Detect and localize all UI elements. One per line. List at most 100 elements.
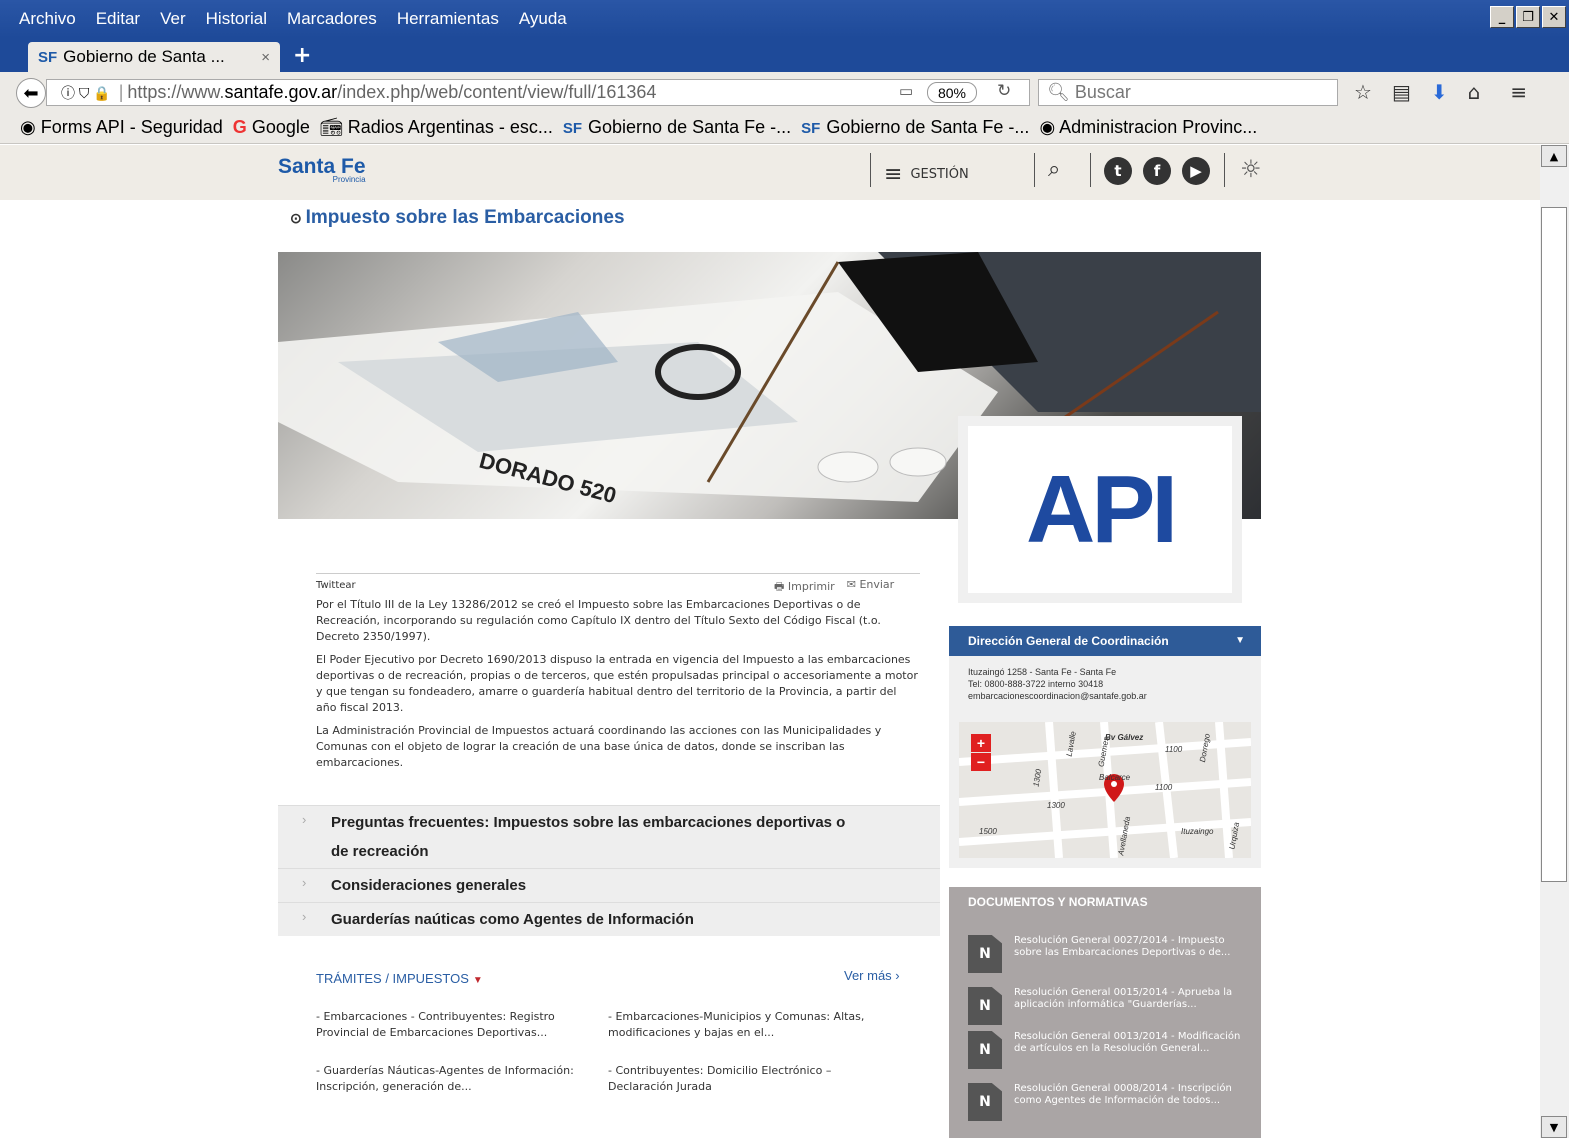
- url-divider: |: [118, 82, 124, 102]
- google-icon: G: [232, 117, 247, 137]
- api-logo: API: [968, 426, 1232, 593]
- vertical-scrollbar[interactable]: ▲ ▼: [1540, 145, 1569, 1138]
- printer-icon: 🖶︎: [774, 580, 788, 593]
- menu-marcadores[interactable]: Marcadores: [277, 9, 387, 29]
- api-logo-box: API: [958, 416, 1242, 603]
- scroll-down-arrow-icon[interactable]: ▼: [1541, 1116, 1567, 1138]
- weather-icon[interactable]: ☼: [1240, 155, 1262, 183]
- site-search-icon[interactable]: ⌕: [1048, 157, 1060, 182]
- send-link[interactable]: ✉ Enviar: [847, 578, 894, 597]
- site-header: Santa Fe Provincia ≡ GESTIÓN ⌕ t f ▶ ☼: [0, 145, 1540, 200]
- browser-window: Archivo Editar Ver Historial Marcadores …: [0, 0, 1569, 1138]
- sf-favicon-icon: SF: [38, 48, 58, 66]
- close-window-button[interactable]: ✕: [1542, 6, 1566, 28]
- youtube-icon[interactable]: ▶: [1182, 157, 1210, 185]
- chevron-right-icon: ›: [302, 909, 307, 924]
- menu-archivo[interactable]: Archivo: [0, 9, 86, 29]
- santafe-logo[interactable]: Santa Fe Provincia: [278, 155, 366, 184]
- twitter-share-link[interactable]: Twittear: [316, 580, 356, 591]
- doc-item[interactable]: N Resolución General 0008/2014 - Inscripc…: [968, 1083, 1248, 1121]
- phone-text: Tel: 0800-888-3722 interno 30418: [968, 679, 1104, 689]
- library-icon[interactable]: ▤: [1392, 80, 1411, 104]
- gestion-menu[interactable]: ≡ GESTIÓN: [884, 162, 969, 187]
- address-text: Ituzaingó 1258 - Santa Fe - Santa Fe: [968, 667, 1117, 677]
- reload-icon[interactable]: ↻: [997, 81, 1011, 101]
- tramite-link[interactable]: - Contribuyentes: Domicilio Electrónico …: [608, 1063, 868, 1095]
- web-page: Santa Fe Provincia ≡ GESTIÓN ⌕ t f ▶ ☼ ⊙ I…: [0, 145, 1540, 1138]
- docs-list: N Resolución General 0027/2014 - Impuesto…: [949, 917, 1261, 1138]
- download-icon[interactable]: ⬇: [1431, 80, 1448, 104]
- globe-icon: ◉: [20, 117, 41, 137]
- bookmark-radios[interactable]: 📻︎ Radios Argentinas - esc...: [320, 117, 553, 138]
- url-bar[interactable]: ⓘ ⛉ 🔒 | https://www. santafe.gov.ar/index…: [46, 79, 1030, 106]
- document-icon: N: [968, 1031, 1002, 1069]
- home-icon[interactable]: ⌂: [1468, 80, 1481, 104]
- url-path: /index.php/web/content/view/full/161364: [337, 82, 657, 102]
- bookmark-forms-api[interactable]: ◉ Forms API - Seguridad: [20, 117, 223, 138]
- radio-icon: 📻︎: [319, 117, 348, 137]
- doc-item[interactable]: N Resolución General 0015/2014 - Aprueba …: [968, 987, 1248, 1025]
- search-placeholder: Buscar: [1074, 82, 1131, 102]
- zoom-level[interactable]: 80%: [927, 82, 977, 103]
- scroll-up-arrow-icon[interactable]: ▲: [1541, 145, 1567, 167]
- paragraph: Por el Título III de la Ley 13286/2012 s…: [316, 598, 881, 643]
- hamburger-menu-icon[interactable]: ≡: [1510, 80, 1527, 104]
- info-icon[interactable]: ⓘ ⛉ 🔒: [61, 83, 111, 103]
- back-arrow-icon[interactable]: ⬅: [16, 78, 46, 108]
- tab-close-icon[interactable]: ×: [261, 49, 270, 66]
- tramite-link[interactable]: - Embarcaciones-Municipios y Comunas: Al…: [608, 1009, 868, 1041]
- twitter-icon[interactable]: t: [1104, 157, 1132, 185]
- envelope-icon: ✉: [846, 578, 860, 591]
- bookmark-santafe-1[interactable]: SF Gobierno de Santa Fe -...: [563, 117, 791, 138]
- faq-accordion: › Preguntas frecuentes: Impuestos sobre l…: [278, 805, 940, 936]
- map-zoom-out-button[interactable]: −: [971, 753, 991, 771]
- url-protocol: https://www.: [127, 82, 225, 102]
- tab-title: Gobierno de Santa ...: [63, 47, 225, 66]
- chevron-right-icon: ›: [302, 812, 307, 827]
- tramite-link[interactable]: - Guarderías Náuticas-Agentes de Informa…: [316, 1063, 576, 1095]
- page-title: ⊙ Impuesto sobre las Embarcaciones: [290, 207, 625, 228]
- caret-down-icon: ▼: [1235, 635, 1245, 646]
- globe-icon: ◉: [1039, 117, 1060, 137]
- minimize-button[interactable]: _: [1490, 6, 1514, 28]
- doc-item[interactable]: N Resolución General 0027/2014 - Impuesto…: [968, 935, 1248, 973]
- chevron-right-icon: ›: [302, 875, 307, 890]
- reader-view-icon[interactable]: ▭: [899, 82, 913, 100]
- bookmark-administracion[interactable]: ◉ Administracion Provinc...: [1039, 117, 1257, 138]
- bookmark-star-icon[interactable]: ☆: [1354, 80, 1372, 104]
- maximize-button[interactable]: ❐: [1516, 6, 1540, 28]
- accordion-item-consideraciones[interactable]: › Consideraciones generales: [278, 868, 940, 902]
- menu-ver[interactable]: Ver: [150, 9, 196, 29]
- map-zoom-in-button[interactable]: +: [971, 734, 991, 752]
- doc-item[interactable]: N Resolución General 0013/2014 - Modifica…: [968, 1031, 1248, 1069]
- bookmark-santafe-2[interactable]: SF Gobierno de Santa Fe -...: [801, 117, 1029, 138]
- direccion-dropdown[interactable]: Dirección General de Coordinación ▼: [949, 626, 1261, 656]
- menu-historial[interactable]: Historial: [196, 9, 277, 29]
- menu-ayuda[interactable]: Ayuda: [509, 9, 577, 29]
- new-tab-button[interactable]: +: [293, 43, 311, 68]
- burger-icon: ≡: [884, 162, 903, 187]
- tab-bar: SF Gobierno de Santa ... × +: [0, 38, 1569, 72]
- tab-santafe[interactable]: SF Gobierno de Santa ... ×: [28, 42, 280, 72]
- location-map[interactable]: Bv Gálvez 1100 Balcarce 1100 1300 1300 1…: [959, 722, 1251, 858]
- article-body: Por el Título III de la Ley 13286/2012 s…: [316, 597, 920, 778]
- facebook-icon[interactable]: f: [1143, 157, 1171, 185]
- circle-arrow-icon: ⊙: [290, 210, 306, 226]
- bookmark-google[interactable]: G Google: [233, 117, 310, 138]
- accordion-item-guarderias[interactable]: › Guarderías naúticas como Agentes de Inf…: [278, 902, 940, 936]
- print-link[interactable]: 🖶︎ Imprimir: [774, 578, 835, 597]
- search-input[interactable]: 🔍︎ Buscar: [1038, 79, 1338, 106]
- document-icon: N: [968, 1083, 1002, 1121]
- menu-herramientas[interactable]: Herramientas: [387, 9, 509, 29]
- url-domain: santafe.gov.ar: [224, 82, 338, 102]
- menu-editar[interactable]: Editar: [86, 9, 150, 29]
- tramite-link[interactable]: - Embarcaciones - Contribuyentes: Regist…: [316, 1009, 576, 1041]
- ver-mas-link[interactable]: Ver más ›: [844, 968, 900, 983]
- caret-down-icon: ▼: [472, 975, 483, 986]
- email-text: embarcacionescoordinacion@santafe.gob.ar: [968, 691, 1147, 701]
- accordion-item-preguntas[interactable]: › Preguntas frecuentes: Impuestos sobre l…: [278, 805, 940, 868]
- contact-box: Ituzaingó 1258 - Santa Fe - Santa Fe Tel…: [949, 656, 1261, 868]
- scroll-thumb[interactable]: [1541, 207, 1567, 882]
- menu-bar: Archivo Editar Ver Historial Marcadores …: [0, 0, 1569, 38]
- tramites-dropdown[interactable]: TRÁMITES / IMPUESTOS ▼: [316, 971, 483, 986]
